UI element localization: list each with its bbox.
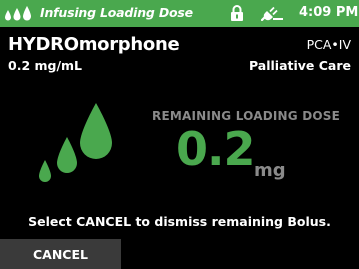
drug-name: HYDROmorphone: [8, 34, 180, 55]
drug-concentration: 0.2 mg/mL: [8, 58, 83, 73]
plug-icon: [261, 6, 283, 21]
care-area: Palliative Care: [248, 58, 351, 73]
drops-icon: [5, 6, 31, 21]
clock: 4:09 PM: [299, 5, 359, 20]
remaining-dose-label: REMAINING LOADING DOSE: [152, 109, 340, 123]
lock-icon: [231, 5, 243, 21]
infusion-mode: PCA•IV: [306, 37, 351, 52]
status-text: Infusing Loading Dose: [40, 5, 193, 20]
remaining-dose-value: 0.2: [176, 122, 255, 176]
instruction-message: Select CANCEL to dismiss remaining Bolus…: [28, 214, 331, 229]
cancel-button[interactable]: CANCEL: [0, 239, 121, 269]
status-bar: Infusing Loading Dose 4:09 PM: [0, 0, 359, 27]
remaining-dose-unit: mg: [254, 160, 286, 181]
bolus-drops-icon: [39, 103, 112, 182]
